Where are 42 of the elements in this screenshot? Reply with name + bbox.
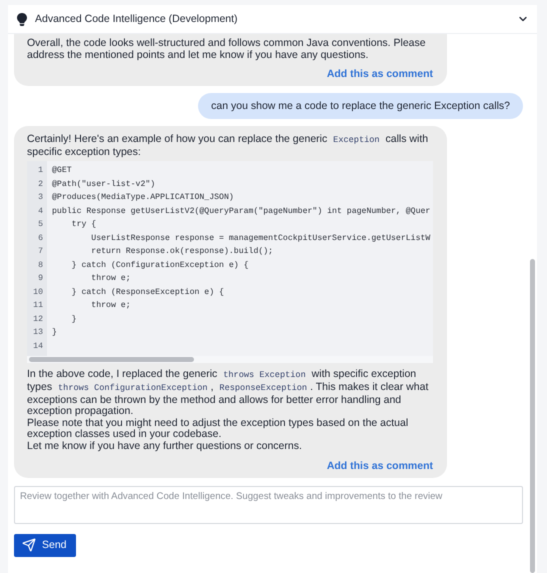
code-line: } catch (ConfigurationException e) { xyxy=(70,260,250,272)
code-line: throw e; xyxy=(90,273,132,286)
line-number: 14 xyxy=(32,340,44,353)
message-text: Let me know if you have any further questions or concerns. xyxy=(27,440,303,453)
user-message: can you show me a code to replace the generic Exception calls? xyxy=(198,93,523,120)
code-line: try { xyxy=(70,219,98,232)
code-line: throw e; xyxy=(90,300,132,312)
line-number: 10 xyxy=(32,286,44,299)
code-line: } xyxy=(52,327,58,340)
line-number: 6 xyxy=(37,232,44,245)
line-number: 3 xyxy=(37,192,44,204)
send-icon xyxy=(22,538,36,552)
message-text: Certainly! Here's an example of how you can replace the generic Exception calls with specific exception types: xyxy=(27,134,430,158)
line-number: 11 xyxy=(32,300,44,312)
line-number: 1 xyxy=(37,165,44,178)
line-number: 5 xyxy=(37,219,44,232)
code-line: @Path("user-list-v2") xyxy=(52,178,156,191)
code-line: return Response.ok(response).build(); xyxy=(90,246,274,258)
code-line: } catch (ResponseException e) { xyxy=(70,286,225,299)
code-line: @GET xyxy=(52,165,73,178)
line-number: 7 xyxy=(37,246,44,258)
line-number: 2 xyxy=(37,178,44,191)
review-input-field[interactable]: Review together with Advanced Code Intelligence. Suggest tweaks and improvements to the review xyxy=(14,486,523,524)
code-line: @Produces(MediaType.APPLICATION_JSON) xyxy=(52,192,235,204)
panel-title: Advanced Code Intelligence (Development) xyxy=(35,13,239,25)
message-text: In the above code, I replaced the generic throws Exception with specific exception types throws ConfigurationException , ResponseException . This makes it clear what exceptions can be thrown by the method and allows for better error handling and exception propagation. xyxy=(27,369,430,418)
add-comment-link[interactable]: Add this as comment xyxy=(326,68,433,80)
line-number: 9 xyxy=(37,273,44,286)
code-line: } xyxy=(70,314,78,326)
horizontal-scrollbar[interactable] xyxy=(27,356,433,364)
vertical-scrollbar[interactable] xyxy=(530,259,535,573)
send-button[interactable]: Send xyxy=(14,534,76,557)
code-line: public Response getUserListV2(@QueryParam("pageNumber") int pageNumber, @Quer xyxy=(52,206,430,218)
line-number: 8 xyxy=(37,260,44,272)
message-text: Overall, the code looks well-structured and follows common Java conventions. Please address the mentioned points and let me know if you have any questions. xyxy=(27,38,427,62)
line-number: 12 xyxy=(32,314,44,326)
add-comment-link[interactable]: Add this as comment xyxy=(326,460,433,472)
message-text: Please note that you might need to adjust the exception types based on the actual exception classes used in your codebase. xyxy=(27,418,410,441)
line-number: 13 xyxy=(32,327,44,340)
lightbulb-icon xyxy=(17,12,27,26)
code-line: UserListResponse response = managementCockpitUserService.getUserListW xyxy=(90,232,430,245)
line-number: 4 xyxy=(37,206,44,218)
